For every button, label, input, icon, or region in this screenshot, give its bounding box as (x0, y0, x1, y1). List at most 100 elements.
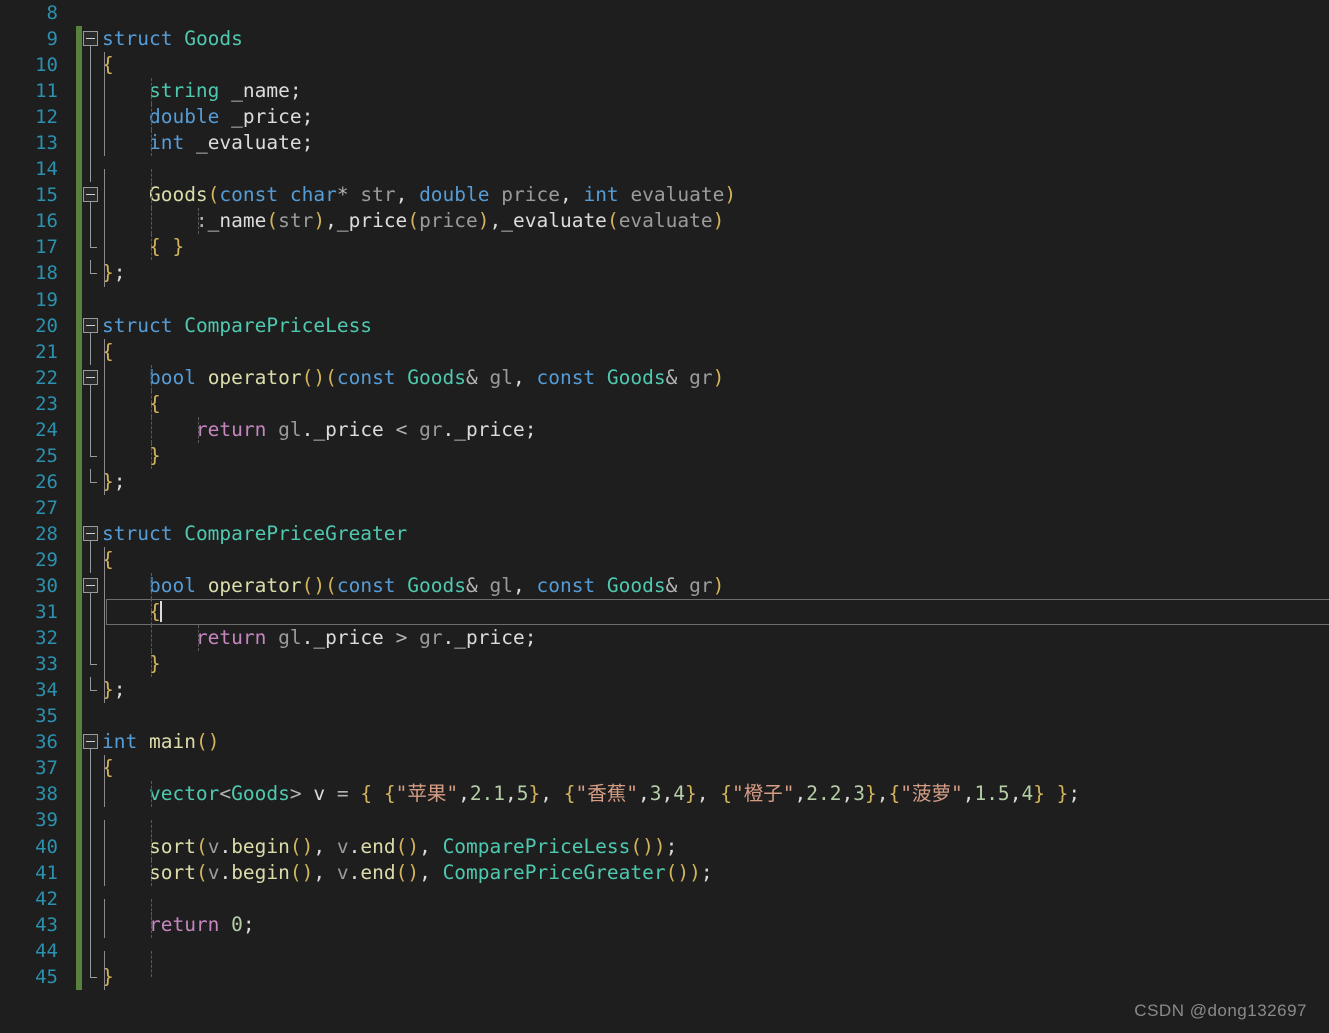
code-row[interactable]: 43 return 0; (0, 911, 1329, 938)
fold-collapse-icon[interactable] (83, 578, 98, 594)
code-row[interactable]: 8 (0, 0, 1329, 26)
fold-column[interactable] (82, 208, 102, 235)
code-row[interactable]: 31 { (0, 599, 1329, 626)
fold-column[interactable] (82, 234, 102, 260)
code-text[interactable]: }; (102, 468, 1329, 495)
code-text[interactable]: struct ComparePriceGreater (102, 521, 1329, 547)
code-row[interactable]: 39 (0, 807, 1329, 847)
code-row[interactable]: 30 bool operator()(const Goods& gl, cons… (0, 573, 1329, 600)
code-text[interactable]: vector<Goods> v = { {"苹果",2.1,5}, {"香蕉",… (102, 781, 1329, 808)
fold-column[interactable] (82, 546, 102, 574)
code-row[interactable]: 36 int main() (0, 729, 1329, 756)
fold-collapse-icon[interactable] (83, 734, 98, 750)
code-text[interactable]: { (102, 338, 1329, 365)
code-row[interactable]: 22 bool operator()(const Goods& gl, cons… (0, 364, 1329, 391)
fold-column[interactable] (82, 52, 102, 79)
code-row[interactable]: 29 { (0, 546, 1329, 574)
fold-column[interactable] (82, 755, 102, 782)
fold-column[interactable] (82, 651, 102, 677)
code-row[interactable]: 23 { (0, 390, 1329, 417)
code-text[interactable]: return gl._price < gr._price; (102, 416, 1329, 443)
code-text[interactable]: int _evaluate; (102, 130, 1329, 157)
fold-column[interactable] (82, 182, 102, 209)
code-text[interactable]: int main() (102, 729, 1329, 755)
fold-column[interactable] (82, 781, 102, 808)
code-row[interactable]: 25 } (0, 442, 1329, 469)
fold-collapse-icon[interactable] (83, 525, 98, 541)
code-row[interactable]: 27 (0, 494, 1329, 521)
fold-column[interactable] (82, 677, 102, 703)
code-text[interactable]: { (102, 52, 1329, 79)
fold-column[interactable] (82, 390, 102, 417)
fold-column[interactable] (82, 521, 102, 547)
code-text[interactable]: { } (102, 234, 1329, 261)
code-row[interactable]: 40 sort(v.begin(), v.end(), ComparePrice… (0, 833, 1329, 860)
code-row[interactable]: 12 double _price; (0, 104, 1329, 131)
fold-column[interactable] (82, 26, 102, 53)
code-editor[interactable]: 8 9 struct Goods 10{11 string _name; 12 doub… (0, 0, 1329, 1033)
fold-column[interactable] (82, 625, 102, 652)
code-row[interactable]: 14 (0, 156, 1329, 196)
fold-column[interactable] (82, 963, 102, 990)
code-text[interactable]: string _name; (102, 78, 1329, 105)
code-row[interactable]: 21 { (0, 338, 1329, 365)
code-text[interactable]: { (102, 546, 1329, 574)
fold-collapse-icon[interactable] (83, 187, 98, 203)
code-row[interactable]: 17 { } (0, 234, 1329, 261)
code-row[interactable]: 33 } (0, 651, 1329, 678)
code-text[interactable]: Goods(const char* str, double price, int… (102, 182, 1329, 209)
fold-column[interactable] (82, 859, 102, 886)
fold-column[interactable] (82, 338, 102, 365)
fold-column[interactable] (82, 468, 102, 495)
fold-column[interactable] (82, 807, 102, 834)
fold-column[interactable] (82, 78, 102, 105)
code-row[interactable]: 37 { (0, 755, 1329, 782)
fold-column[interactable] (82, 365, 102, 391)
code-text[interactable]: { (102, 390, 1329, 417)
code-text[interactable]: return gl._price > gr._price; (102, 625, 1329, 652)
code-row[interactable]: 38 vector<Goods> v = { {"苹果",2.1,5}, {"香… (0, 781, 1329, 808)
fold-column[interactable] (82, 911, 102, 938)
fold-column[interactable] (82, 287, 102, 313)
code-text[interactable]: return 0; (102, 911, 1329, 938)
code-text[interactable]: { (102, 599, 1329, 626)
fold-collapse-icon[interactable] (83, 31, 98, 47)
fold-column[interactable] (82, 885, 102, 912)
code-row[interactable]: 34}; (0, 677, 1329, 704)
code-text[interactable]: struct Goods (102, 26, 1329, 52)
fold-column[interactable] (82, 573, 102, 600)
code-row[interactable]: 26}; (0, 468, 1329, 495)
code-row[interactable]: 32 return gl._price > gr._price; (0, 625, 1329, 652)
fold-column[interactable] (82, 156, 102, 183)
code-text[interactable]: }; (102, 260, 1329, 287)
code-text[interactable]: double _price; (102, 104, 1329, 131)
code-row[interactable]: 41 sort(v.begin(), v.end(), ComparePrice… (0, 859, 1329, 886)
fold-column[interactable] (82, 130, 102, 157)
fold-column[interactable] (82, 0, 102, 26)
code-row[interactable]: 16 :_name(str),_price(price),_evaluate(e… (0, 208, 1329, 235)
code-row[interactable]: 28 struct ComparePriceGreater (0, 520, 1329, 547)
code-text[interactable]: } (102, 963, 1329, 990)
code-text[interactable]: }; (102, 677, 1329, 704)
code-row[interactable]: 9 struct Goods (0, 26, 1329, 53)
fold-collapse-icon[interactable] (83, 369, 98, 385)
code-row[interactable]: 15 Goods(const char* str, double price, … (0, 182, 1329, 209)
code-row[interactable]: 10 { (0, 52, 1329, 79)
code-row[interactable]: 24 return gl._price < gr._price; (0, 416, 1329, 443)
fold-column[interactable] (82, 599, 102, 626)
code-row[interactable]: 20 struct ComparePriceLess (0, 312, 1329, 339)
code-text[interactable]: } (102, 651, 1329, 678)
fold-column[interactable] (82, 260, 102, 286)
fold-column[interactable] (82, 729, 102, 756)
code-row[interactable]: 18}; (0, 260, 1329, 287)
code-text[interactable]: struct ComparePriceLess (102, 313, 1329, 339)
fold-column[interactable] (82, 495, 102, 521)
fold-column[interactable] (82, 937, 102, 964)
fold-collapse-icon[interactable] (83, 317, 98, 333)
fold-column[interactable] (82, 416, 102, 443)
fold-column[interactable] (82, 442, 102, 469)
code-row[interactable]: 11 string _name; (0, 78, 1329, 105)
code-text[interactable]: sort(v.begin(), v.end(), ComparePriceGre… (102, 859, 1329, 886)
code-row[interactable]: 13 int _evaluate; (0, 130, 1329, 157)
code-row[interactable]: 19 (0, 286, 1329, 313)
